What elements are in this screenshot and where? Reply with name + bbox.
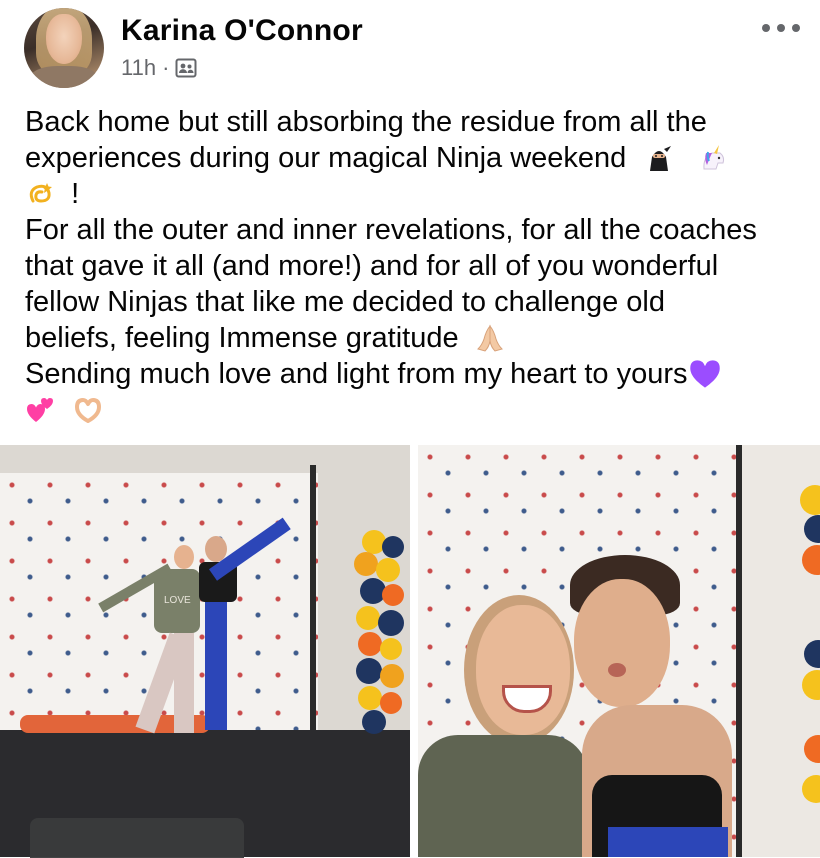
post-text-line-emoji: beliefs, feeling Immense gratitude xyxy=(25,320,815,356)
dizzy-emoji-icon xyxy=(29,183,52,203)
folded-hands-emoji-icon xyxy=(476,324,503,352)
heart-hands-emoji-icon xyxy=(75,398,102,423)
post-text-line: that gave it all (and more!) and for all… xyxy=(25,250,719,282)
custom-audience-icon[interactable] xyxy=(175,57,197,79)
purple-heart-emoji-icon xyxy=(689,360,720,388)
post-header: Karina O'Connor 11h · xyxy=(0,0,820,100)
post-text-line: Sending much love and light from my hear… xyxy=(25,358,688,390)
ninja-emoji-icon xyxy=(650,146,672,171)
shirt-text: LOVE xyxy=(164,595,191,606)
more-horizontal-icon xyxy=(762,24,770,32)
author-name[interactable]: Karina O'Connor xyxy=(121,14,363,48)
post-text-line-emoji: experiences during our magical Ninja wee… xyxy=(25,140,815,176)
post-text-line-emoji xyxy=(25,392,815,428)
post-text-line-emoji: ! xyxy=(25,176,815,212)
post-text-line: ! xyxy=(71,178,80,210)
post-meta: 11h · xyxy=(121,55,197,81)
meta-separator: · xyxy=(162,55,170,80)
balloon-column xyxy=(352,530,410,734)
avatar[interactable] xyxy=(24,8,104,88)
photo-2[interactable] xyxy=(418,445,820,857)
post-text-line: beliefs, feeling Immense gratitude xyxy=(25,322,459,354)
post-text: Back home but still absorbing the residu… xyxy=(25,104,815,428)
person-right xyxy=(195,517,315,750)
unicorn-emoji-icon xyxy=(703,145,725,170)
post-text-line: Back home but still absorbing the residu… xyxy=(25,106,707,138)
overlay-bar xyxy=(30,818,244,858)
timestamp[interactable]: 11h xyxy=(121,55,156,81)
photo-1[interactable]: LOVE xyxy=(0,445,410,857)
post-text-line-emoji: Sending much love and light from my hear… xyxy=(25,356,815,392)
post-text-line: For all the outer and inner revelations,… xyxy=(25,214,757,246)
more-options-button[interactable] xyxy=(762,16,800,40)
post-text-line: experiences during our magical Ninja wee… xyxy=(25,142,627,174)
person-kissing xyxy=(558,555,738,857)
person-left: LOVE xyxy=(90,535,210,745)
post-text-line: fellow Ninjas that like me decided to ch… xyxy=(25,286,665,318)
two-hearts-emoji-icon xyxy=(27,398,53,422)
